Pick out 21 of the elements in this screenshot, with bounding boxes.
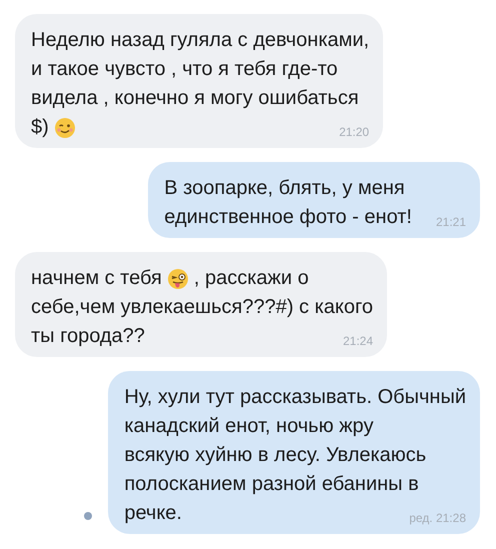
message-text: начнем с тебя xyxy=(31,266,162,291)
message-time: 21:24 xyxy=(342,333,374,349)
message-time: 21:21 xyxy=(436,214,466,230)
message-text: ты города?? xyxy=(31,324,145,349)
message-text: и такое чувсто , что я тебя где-то xyxy=(31,57,338,82)
message-text: себе,чем увлекаешься???#) с какого xyxy=(31,295,374,320)
message-text: Ну, хули тут рассказывать. Обычный xyxy=(124,385,466,410)
message-text: Неделю назад гуляла с девчонками, xyxy=(31,28,370,53)
message-time: ред. 21:28 xyxy=(409,510,466,526)
message-text: полосканием разной ебанины в xyxy=(124,472,419,497)
winking-face-icon xyxy=(54,116,76,138)
message-text: канадский енот, ночью жру xyxy=(124,414,374,439)
message-text: видела , конечно я могу ошибаться xyxy=(31,86,359,111)
message-text: В зоопарке, блять, у меня xyxy=(164,176,405,201)
message-text: $) xyxy=(31,115,49,140)
message-text: , расскажи о xyxy=(194,266,309,291)
message-time: 21:20 xyxy=(339,124,370,140)
message-text: всякую хуйню в лесу. Увлекаюсь xyxy=(124,443,426,468)
tongue-face-icon xyxy=(166,268,189,290)
message-text: единственное фото - енот! xyxy=(164,205,412,230)
message-text: речке. xyxy=(124,501,182,526)
